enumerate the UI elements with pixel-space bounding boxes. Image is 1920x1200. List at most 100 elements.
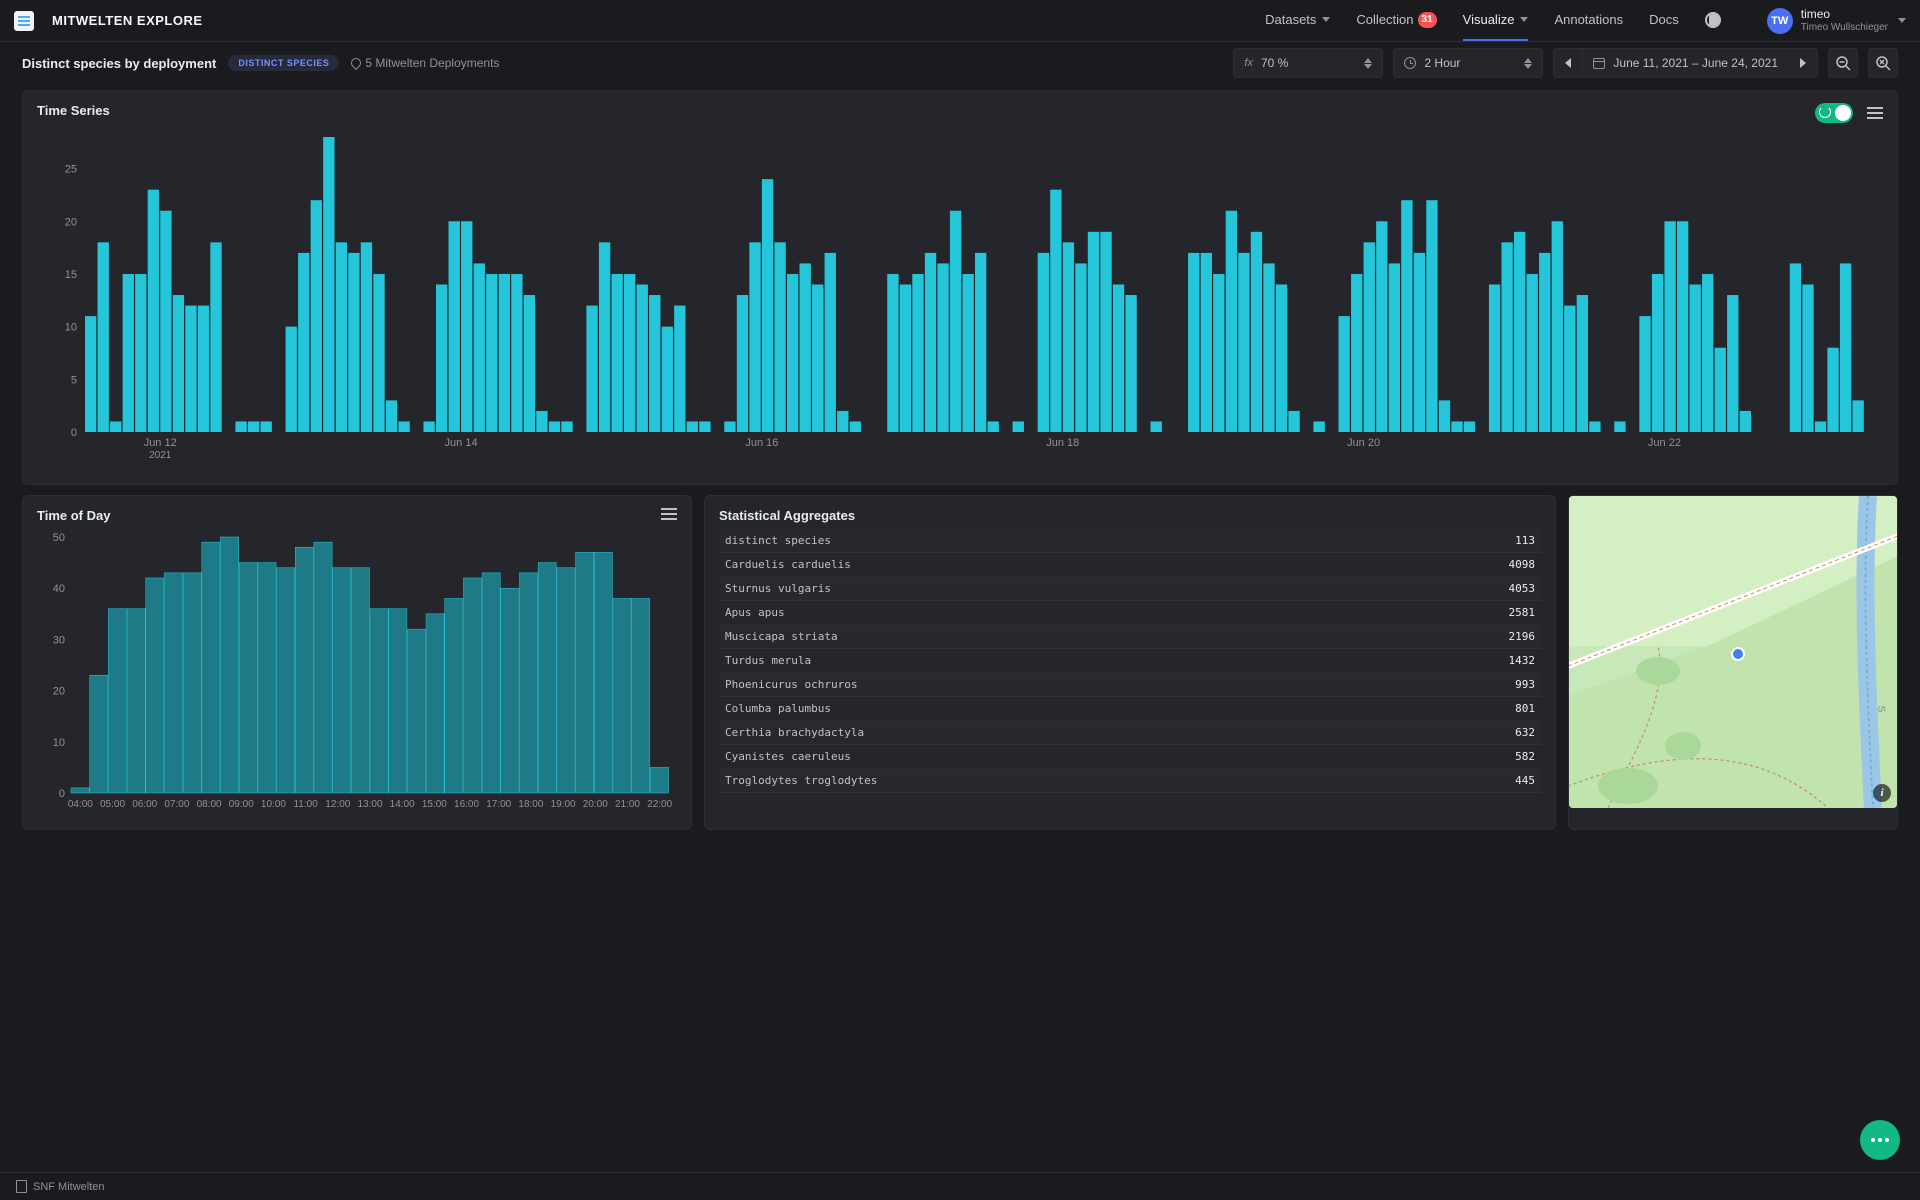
chevron-down-icon (1520, 17, 1528, 22)
user-menu[interactable]: TW timeoTimeo Wullschieger (1767, 8, 1906, 34)
nav-annotations[interactable]: Annotations (1554, 0, 1623, 41)
svg-text:Jun 12: Jun 12 (144, 437, 177, 449)
stats-row: Muscicapa striata2196 (719, 625, 1541, 649)
stats-value: 2581 (1509, 606, 1536, 619)
svg-text:10:00: 10:00 (261, 799, 286, 810)
map-view[interactable]: S i (1569, 496, 1897, 808)
stats-name: Columba palumbus (725, 702, 831, 715)
stats-row: Carduelis carduelis 4098 (719, 553, 1541, 577)
app-header: MITWELTEN EXPLORE Datasets Collection31 … (0, 0, 1920, 42)
chevron-down-icon (1322, 17, 1330, 22)
calendar-icon (1593, 58, 1605, 69)
stats-row: Apus apus 2581 (719, 601, 1541, 625)
stats-name: Certhia brachydactyla (725, 726, 864, 739)
collection-count-badge: 31 (1418, 12, 1437, 28)
nav-collection[interactable]: Collection31 (1356, 0, 1436, 41)
timeofday-chart[interactable]: 0102030405004:0005:0006:0007:0008:0009:0… (37, 527, 677, 817)
svg-text:50: 50 (53, 532, 65, 544)
svg-text:S: S (1875, 705, 1887, 713)
date-prev-button[interactable] (1553, 48, 1583, 78)
svg-text:16:00: 16:00 (454, 799, 479, 810)
svg-text:20: 20 (53, 686, 65, 698)
nav-datasets[interactable]: Datasets (1265, 0, 1330, 41)
svg-text:10: 10 (65, 322, 77, 334)
stats-panel: Statistical Aggregates distinct species1… (704, 495, 1556, 830)
theme-toggle[interactable] (1705, 0, 1721, 41)
stats-value: 2196 (1509, 630, 1536, 643)
stats-row: Troglodytes troglodytes 445 (719, 769, 1541, 793)
map-info-button[interactable]: i (1873, 784, 1891, 802)
svg-text:19:00: 19:00 (551, 799, 576, 810)
svg-text:0: 0 (71, 427, 77, 439)
zoom-reset-button[interactable] (1868, 48, 1898, 78)
page-subheader: Distinct species by deployment DISTINCT … (0, 42, 1920, 84)
confidence-select[interactable]: fx70 % (1233, 48, 1383, 78)
stats-name: Sturnus vulgaris (725, 582, 831, 595)
date-next-button[interactable] (1788, 48, 1818, 78)
svg-text:14:00: 14:00 (390, 799, 415, 810)
svg-text:09:00: 09:00 (229, 799, 254, 810)
svg-text:05:00: 05:00 (100, 799, 125, 810)
dataset-chip[interactable]: DISTINCT SPECIES (228, 55, 339, 71)
stats-row: Cyanistes caeruleus 582 (719, 745, 1541, 769)
stats-row: Turdus merula1432 (719, 649, 1541, 673)
panel-menu-button[interactable] (1867, 107, 1883, 119)
stats-name: Phoenicurus ochruros (725, 678, 857, 691)
stats-row: Certhia brachydactyla 632 (719, 721, 1541, 745)
stats-value: 632 (1515, 726, 1535, 739)
stats-name: Carduelis carduelis (725, 558, 851, 571)
stats-value: 1432 (1509, 654, 1536, 667)
document-icon (16, 1180, 27, 1193)
svg-text:2021: 2021 (149, 450, 172, 461)
user-name: timeoTimeo Wullschieger (1801, 8, 1888, 32)
stats-name: Troglodytes troglodytes (725, 774, 877, 787)
fab-more-button[interactable] (1860, 1120, 1900, 1160)
svg-text:30: 30 (53, 634, 65, 646)
timeseries-panel: Time Series 0510152025Jun 122021Jun 14Ju… (22, 90, 1898, 485)
timeseries-chart[interactable]: 0510152025Jun 122021Jun 14Jun 16Jun 18Ju… (37, 122, 1883, 472)
svg-text:04:00: 04:00 (68, 799, 93, 810)
auto-refresh-toggle[interactable] (1815, 103, 1853, 123)
main-nav: Datasets Collection31 Visualize Annotati… (1265, 0, 1721, 41)
stats-name: Apus apus (725, 606, 785, 619)
refresh-icon (1819, 106, 1831, 118)
stats-value: 445 (1515, 774, 1535, 787)
svg-text:07:00: 07:00 (164, 799, 189, 810)
nav-docs[interactable]: Docs (1649, 0, 1679, 41)
stats-row: Columba palumbus 801 (719, 697, 1541, 721)
stats-row: distinct species113 (719, 529, 1541, 553)
svg-text:5: 5 (71, 374, 77, 386)
nav-visualize[interactable]: Visualize (1463, 0, 1529, 41)
stats-name: Cyanistes caeruleus (725, 750, 851, 763)
app-brand: MITWELTEN EXPLORE (52, 13, 203, 28)
stats-value: 801 (1515, 702, 1535, 715)
footer-text: SNF Mitwelten (33, 1181, 105, 1193)
fx-icon: fx (1244, 57, 1253, 69)
stats-value: 4053 (1509, 582, 1536, 595)
svg-text:17:00: 17:00 (486, 799, 511, 810)
svg-text:12:00: 12:00 (325, 799, 350, 810)
panel-menu-button[interactable] (661, 508, 677, 520)
stats-row: Sturnus vulgaris 4053 (719, 577, 1541, 601)
svg-text:06:00: 06:00 (132, 799, 157, 810)
svg-text:0: 0 (59, 788, 65, 800)
bucket-select[interactable]: 2 Hour (1393, 48, 1543, 78)
pin-icon (349, 56, 363, 70)
stats-value: 582 (1515, 750, 1535, 763)
stats-title: Statistical Aggregates (719, 508, 1541, 523)
svg-text:10: 10 (53, 737, 65, 749)
svg-text:21:00: 21:00 (615, 799, 640, 810)
toolbar-controls: fx70 % 2 Hour June 11, 2021 – June 24, 2… (1233, 48, 1898, 78)
svg-text:15: 15 (65, 269, 77, 281)
deployments-link[interactable]: 5 Mitwelten Deployments (351, 56, 499, 70)
zoom-out-button[interactable] (1828, 48, 1858, 78)
svg-text:08:00: 08:00 (197, 799, 222, 810)
app-footer: SNF Mitwelten (0, 1172, 1920, 1200)
zoom-reset-icon (1875, 55, 1891, 71)
svg-text:11:00: 11:00 (293, 799, 318, 810)
chevron-down-icon (1898, 18, 1906, 23)
date-range-select[interactable]: June 11, 2021 – June 24, 2021 (1583, 48, 1788, 78)
stats-value: 4098 (1509, 558, 1536, 571)
svg-text:Jun 14: Jun 14 (445, 437, 478, 449)
avatar: TW (1767, 8, 1793, 34)
